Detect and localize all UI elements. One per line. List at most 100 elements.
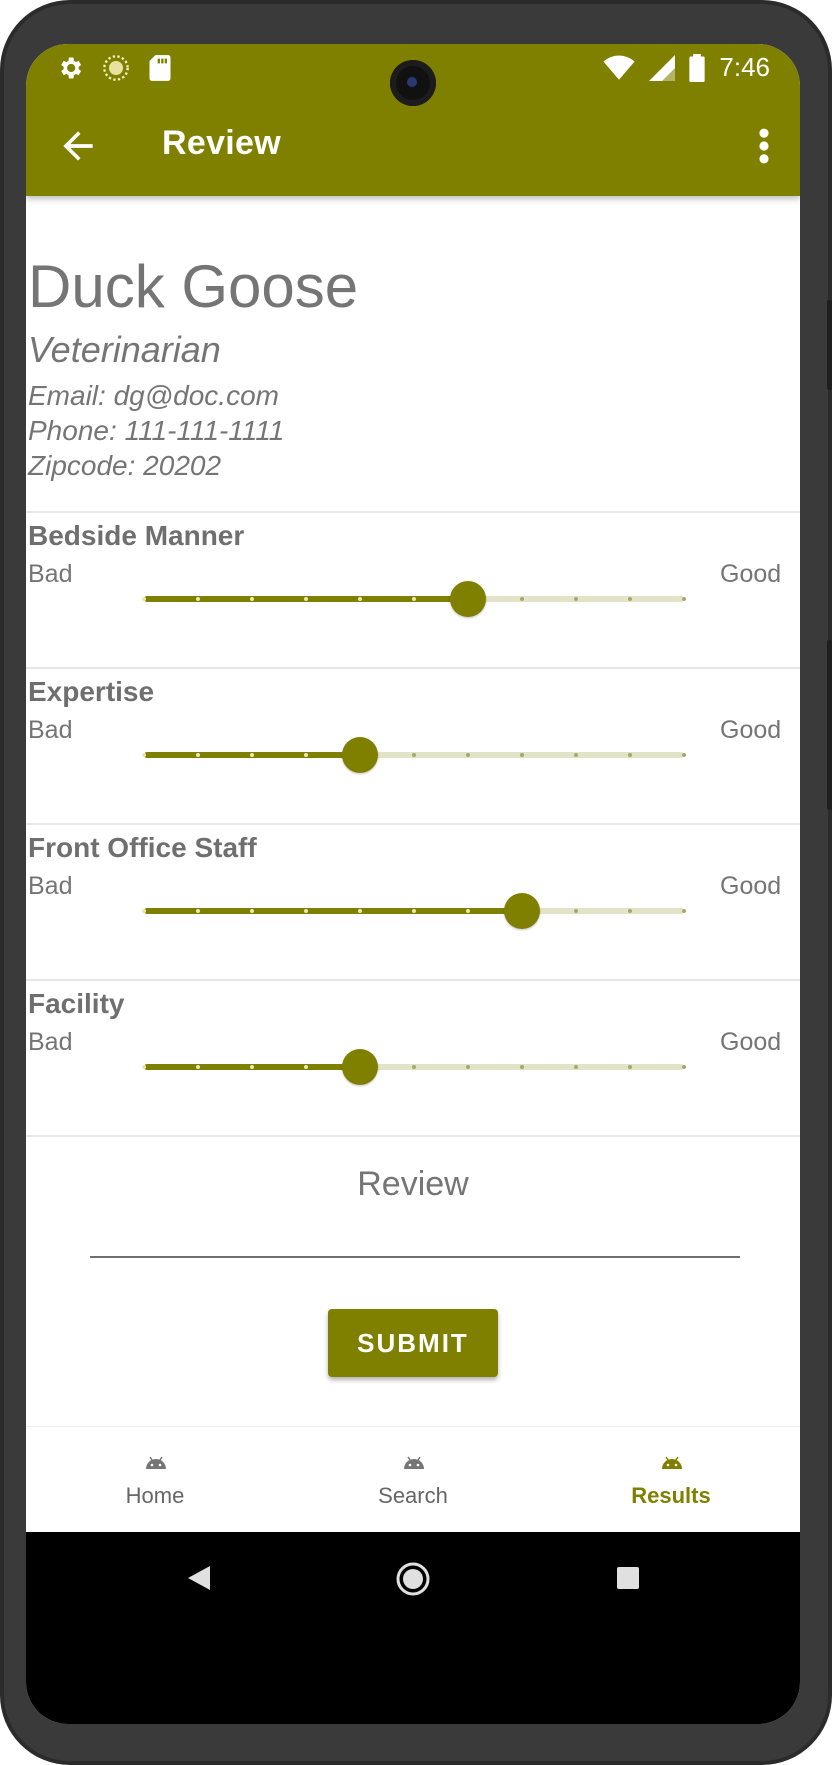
slider-bedside-manner[interactable] — [134, 574, 694, 624]
settings-icon — [61, 57, 82, 79]
signal-icon — [649, 54, 676, 81]
power-button — [827, 640, 832, 810]
status-icons-right: 7:46 — [603, 52, 770, 83]
slider-tick — [304, 909, 308, 913]
slider-tick — [142, 597, 146, 601]
doctor-specialty: Veterinarian — [28, 329, 221, 370]
sd-card-icon — [149, 55, 171, 81]
slider-tick — [628, 1065, 632, 1069]
slider-tick — [304, 597, 308, 601]
status-icons-left — [56, 54, 172, 82]
slider-thumb[interactable] — [504, 893, 540, 929]
system-recents-icon[interactable] — [616, 1566, 640, 1590]
slider-tick — [628, 909, 632, 913]
rating-high-label: Good — [720, 716, 782, 744]
slider-tick — [520, 597, 524, 601]
more-vert-icon[interactable] — [754, 124, 774, 168]
rating-high-label: Good — [720, 1028, 782, 1056]
divider — [26, 823, 800, 825]
slider-tick — [682, 597, 686, 601]
app-bar: 7:46 Review — [26, 44, 800, 196]
slider-tick — [142, 909, 146, 913]
slider-tick — [574, 1065, 578, 1069]
rating-title-front-office-staff: Front Office Staff — [28, 832, 257, 863]
divider — [26, 1135, 800, 1137]
rating-low-label: Bad — [28, 872, 73, 900]
slider-tick — [520, 753, 524, 757]
nav-label-home: Home — [125, 1483, 185, 1508]
slider-tick — [412, 753, 416, 757]
rating-high-label: Good — [720, 872, 782, 900]
divider — [26, 511, 800, 513]
rating-low-label: Bad — [28, 716, 73, 744]
page-title: Review — [162, 124, 281, 162]
rating-low-label: Bad — [28, 560, 73, 588]
system-back-icon[interactable] — [186, 1564, 212, 1592]
nav-item-results[interactable]: Results — [542, 1427, 800, 1533]
system-home-icon[interactable] — [396, 1562, 430, 1596]
slider-tick — [358, 597, 362, 601]
slider-tick — [628, 753, 632, 757]
back-arrow-icon[interactable] — [56, 124, 100, 168]
rating-title-expertise: Expertise — [28, 676, 155, 707]
doctor-name: Duck Goose — [28, 253, 359, 320]
front-camera — [390, 60, 436, 106]
nav-item-search[interactable]: Search — [284, 1427, 542, 1533]
bottom-navigation: Home Search Results — [26, 1426, 800, 1533]
clock: 7:46 — [719, 52, 770, 82]
slider-tick — [304, 753, 308, 757]
slider-tick — [520, 1065, 524, 1069]
nav-label-search: Search — [378, 1483, 448, 1508]
slider-tick — [412, 1065, 416, 1069]
device-frame: 7:46 Review Duck Goose Veterinarian Emai… — [0, 0, 832, 1765]
slider-tick — [682, 753, 686, 757]
slider-tick — [196, 909, 200, 913]
slider-tick — [466, 1065, 470, 1069]
volume-button — [827, 300, 832, 390]
slider-tick — [196, 597, 200, 601]
sync-icon — [103, 55, 129, 81]
slider-tick — [196, 753, 200, 757]
rating-low-label: Bad — [28, 1028, 73, 1056]
divider — [26, 667, 800, 669]
nav-item-home[interactable]: Home — [26, 1427, 284, 1533]
slider-expertise[interactable] — [134, 730, 694, 780]
slider-thumb[interactable] — [342, 737, 378, 773]
slider-tick — [412, 909, 416, 913]
slider-tick — [574, 753, 578, 757]
slider-tick — [250, 909, 254, 913]
slider-front-office-staff[interactable] — [134, 886, 694, 936]
android-icon — [146, 1456, 166, 1469]
slider-tick — [250, 1065, 254, 1069]
rating-high-label: Good — [720, 560, 782, 588]
slider-tick — [250, 753, 254, 757]
slider-tick — [358, 909, 362, 913]
android-icon — [404, 1456, 424, 1469]
slider-thumb[interactable] — [450, 581, 486, 617]
slider-thumb[interactable] — [342, 1049, 378, 1085]
doctor-phone: Phone: 111-111-1111 — [28, 415, 285, 446]
screen: 7:46 Review Duck Goose Veterinarian Emai… — [26, 44, 800, 1724]
review-input[interactable] — [90, 1194, 740, 1258]
android-icon — [662, 1456, 682, 1469]
doctor-email: Email: dg@doc.com — [28, 380, 279, 411]
slider-tick — [574, 597, 578, 601]
slider-tick — [196, 1065, 200, 1069]
slider-tick — [682, 1065, 686, 1069]
slider-tick — [250, 597, 254, 601]
nav-label-results: Results — [631, 1483, 711, 1508]
rating-title-bedside-manner: Bedside Manner — [28, 520, 245, 551]
slider-tick — [466, 909, 470, 913]
submit-button[interactable]: SUBMIT — [328, 1309, 498, 1377]
slider-tick — [304, 1065, 308, 1069]
system-navigation-bar — [26, 1532, 800, 1724]
slider-tick — [412, 597, 416, 601]
slider-tick — [682, 909, 686, 913]
slider-tick — [466, 753, 470, 757]
rating-title-facility: Facility — [28, 988, 125, 1019]
divider — [26, 979, 800, 981]
wifi-icon — [603, 55, 635, 80]
slider-tick — [628, 597, 632, 601]
slider-facility[interactable] — [134, 1042, 694, 1092]
slider-tick — [574, 909, 578, 913]
